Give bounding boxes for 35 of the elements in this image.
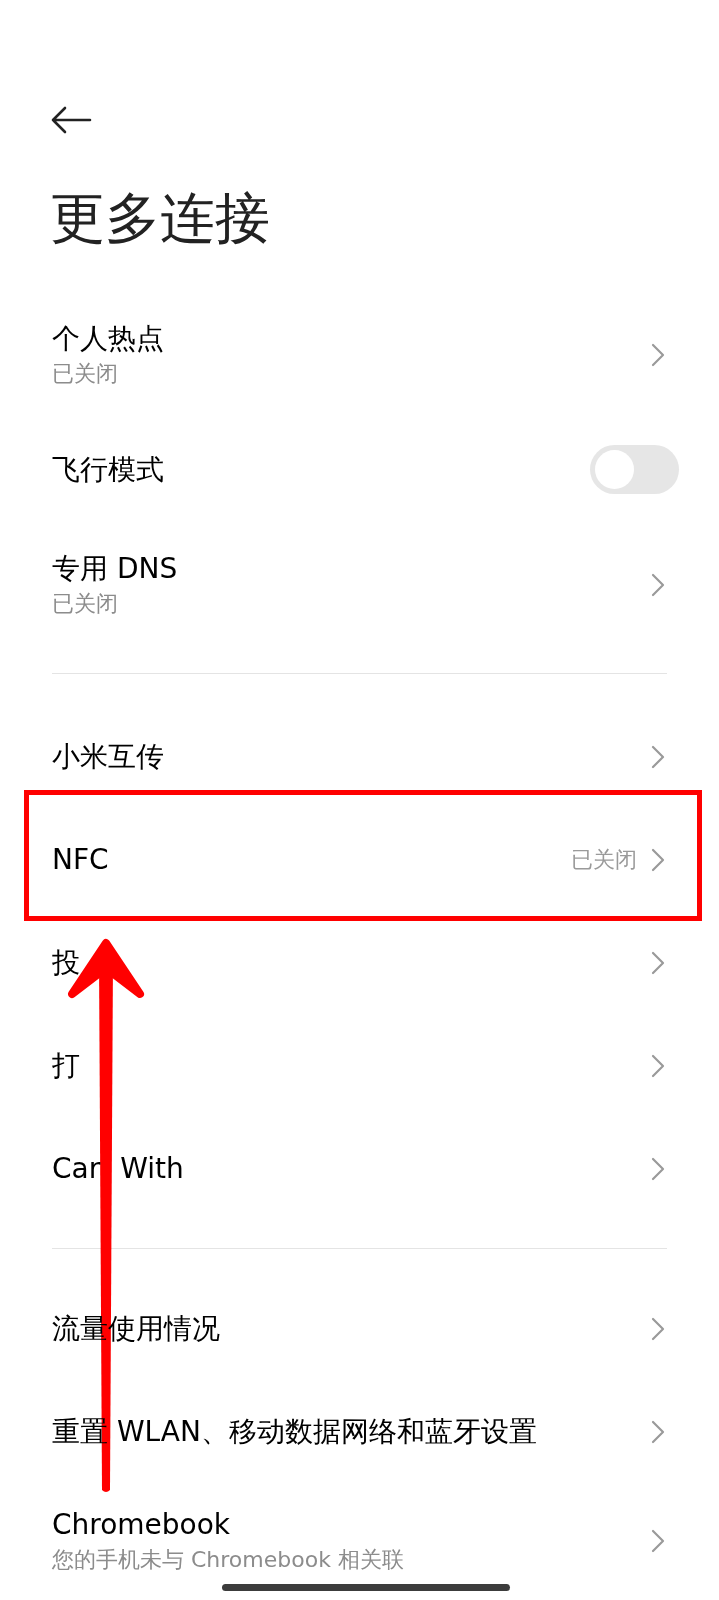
row-label: 专用 DNS — [52, 550, 178, 587]
chevron-icon — [651, 950, 665, 975]
row-label: 投 — [52, 944, 80, 981]
chevron-icon — [651, 1528, 665, 1553]
settings-row[interactable]: 飞行模式 — [0, 412, 719, 527]
chevron-icon — [651, 847, 665, 872]
settings-row[interactable]: 小米互传 — [0, 705, 719, 808]
settings-row[interactable]: NFC 已关闭 — [0, 808, 719, 911]
back-icon[interactable] — [50, 106, 92, 134]
status-value: 已关闭 — [571, 846, 637, 874]
page-title: 更多连接 — [50, 191, 270, 246]
row-subtitle: 您的手机未与 Chromebook 相关联 — [52, 1545, 405, 1574]
settings-row[interactable]: 打 — [0, 1014, 719, 1117]
row-subtitle: 已关闭 — [52, 589, 119, 618]
settings-row[interactable]: Chromebook 您的手机未与 Chromebook 相关联 — [0, 1483, 719, 1598]
row-label: 飞行模式 — [52, 451, 164, 488]
settings-row[interactable]: 投 — [0, 911, 719, 1014]
row-label: Chromebook — [52, 1506, 231, 1543]
chevron-icon — [651, 1316, 665, 1341]
row-label: With — [120, 1150, 184, 1187]
row-label: NFC — [52, 841, 109, 878]
settings-row[interactable]: 专用 DNS 已关闭 — [0, 527, 719, 642]
home-indicator[interactable] — [222, 1584, 510, 1591]
row-label: 打 — [52, 1047, 80, 1084]
toggle-switch[interactable] — [590, 445, 679, 494]
row-label: 小米互传 — [52, 738, 164, 775]
chevron-icon — [651, 572, 665, 597]
chevron-icon — [651, 1053, 665, 1078]
chevron-icon — [651, 1156, 665, 1181]
chevron-icon — [651, 342, 665, 367]
row-subtitle: 已关闭 — [52, 359, 119, 388]
chevron-icon — [651, 1419, 665, 1444]
settings-row[interactable]: 个人热点 已关闭 — [0, 297, 719, 412]
chevron-icon — [651, 744, 665, 769]
row-label: 个人热点 — [52, 320, 164, 357]
